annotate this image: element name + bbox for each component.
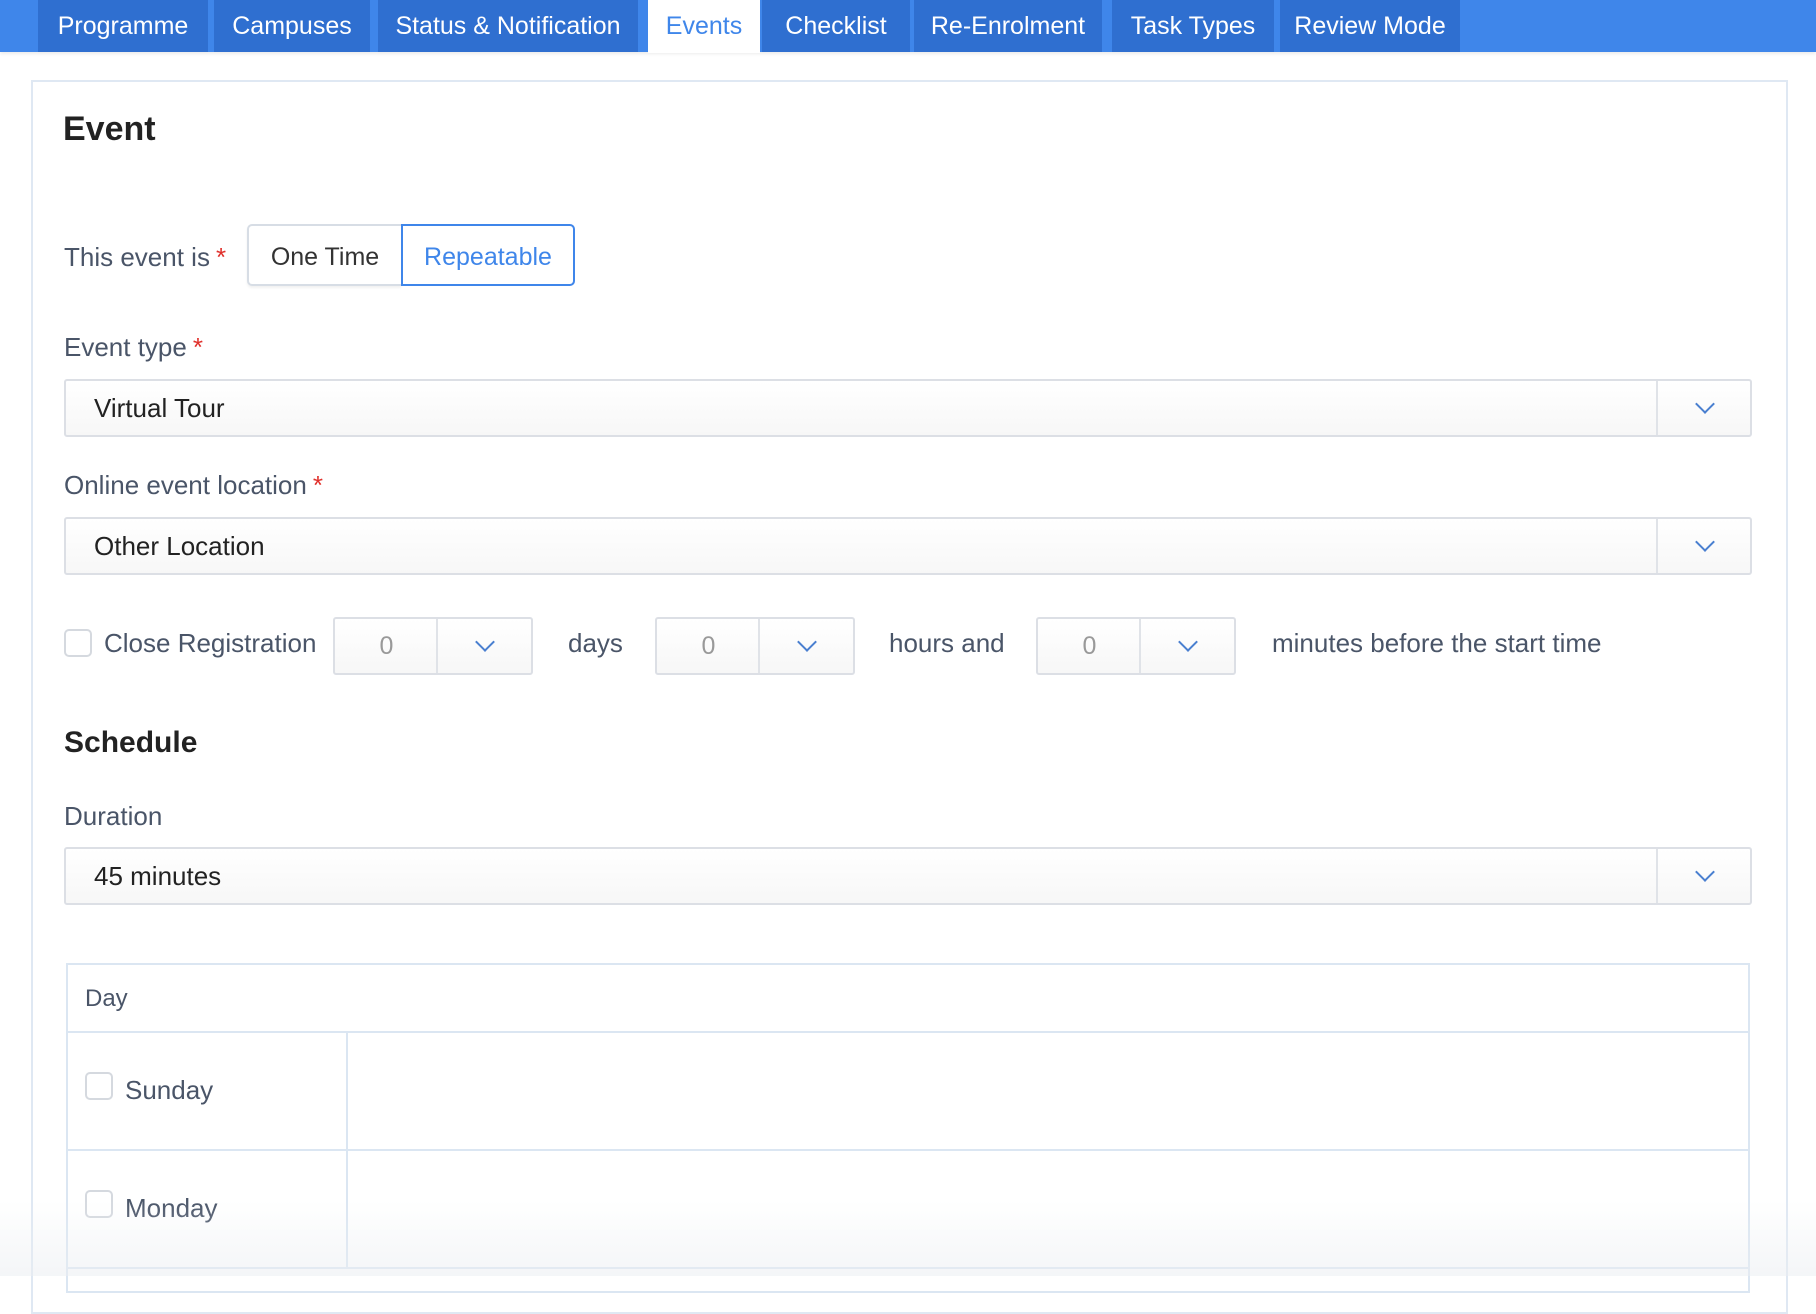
duration-value: 45 minutes bbox=[94, 861, 222, 891]
hours-dropdown-toggle[interactable] bbox=[758, 619, 853, 673]
required-marker: * bbox=[215, 242, 227, 272]
day-row-monday: Monday bbox=[68, 1151, 1748, 1269]
day-cell-monday: Monday bbox=[68, 1151, 348, 1267]
event-type-select[interactable]: Virtual Tour bbox=[64, 379, 1752, 437]
repeatable-button[interactable]: Repeatable bbox=[401, 224, 575, 286]
top-tab-bar: Programme Campuses Status & Notification… bbox=[0, 0, 1816, 53]
day-cell-sunday: Sunday bbox=[68, 1033, 348, 1149]
location-label: Online event location * bbox=[64, 470, 323, 501]
event-frequency-toggle: One Time Repeatable bbox=[247, 224, 575, 290]
close-registration-label: Close Registration bbox=[104, 628, 317, 658]
day-table-header: Day bbox=[68, 965, 1748, 1033]
event-heading: Event bbox=[63, 110, 156, 148]
tab-status-notification[interactable]: Status & Notification bbox=[378, 0, 638, 52]
monday-label: Monday bbox=[125, 1193, 218, 1223]
chevron-down-icon bbox=[475, 632, 495, 652]
monday-checkbox[interactable] bbox=[85, 1190, 113, 1218]
required-marker: * bbox=[192, 332, 203, 362]
duration-dropdown-toggle[interactable] bbox=[1656, 849, 1750, 903]
chevron-down-icon bbox=[1178, 632, 1198, 652]
tab-programme[interactable]: Programme bbox=[38, 0, 208, 52]
day-schedule-table: Day Sunday Monday bbox=[66, 963, 1750, 1293]
location-label-text: Online event location bbox=[64, 470, 307, 500]
tab-re-enrolment[interactable]: Re-Enrolment bbox=[914, 0, 1102, 52]
event-type-label-text: Event type bbox=[64, 332, 187, 362]
tab-checklist[interactable]: Checklist bbox=[762, 0, 910, 52]
hours-select[interactable]: 0 bbox=[655, 617, 855, 675]
chevron-down-icon bbox=[797, 632, 817, 652]
event-is-label: This event is * bbox=[64, 242, 226, 273]
tab-campuses[interactable]: Campuses bbox=[214, 0, 370, 52]
tab-events[interactable]: Events bbox=[648, 0, 760, 53]
event-type-value: Virtual Tour bbox=[94, 393, 225, 423]
event-type-dropdown-toggle[interactable] bbox=[1656, 381, 1750, 435]
hours-label: hours and bbox=[889, 628, 1005, 658]
chevron-down-icon bbox=[1695, 394, 1715, 414]
tab-task-types[interactable]: Task Types bbox=[1112, 0, 1274, 52]
chevron-down-icon bbox=[1695, 532, 1715, 552]
minutes-dropdown-toggle[interactable] bbox=[1139, 619, 1234, 673]
location-select[interactable]: Other Location bbox=[64, 517, 1752, 575]
sunday-label: Sunday bbox=[125, 1075, 214, 1105]
event-is-label-text: This event is bbox=[64, 242, 210, 272]
location-dropdown-toggle[interactable] bbox=[1656, 519, 1750, 573]
days-label: days bbox=[568, 628, 623, 658]
close-registration-checkbox[interactable] bbox=[64, 629, 92, 657]
one-time-button[interactable]: One Time bbox=[247, 224, 401, 286]
hours-value: 0 bbox=[701, 632, 716, 660]
days-dropdown-toggle[interactable] bbox=[436, 619, 531, 673]
required-marker: * bbox=[312, 470, 323, 500]
location-value: Other Location bbox=[94, 531, 265, 561]
event-type-label: Event type * bbox=[64, 332, 203, 363]
day-row-sunday: Sunday bbox=[68, 1033, 1748, 1151]
schedule-heading: Schedule bbox=[64, 726, 198, 759]
tab-review-mode[interactable]: Review Mode bbox=[1280, 0, 1460, 52]
days-value: 0 bbox=[379, 632, 394, 660]
sunday-checkbox[interactable] bbox=[85, 1072, 113, 1100]
duration-label: Duration bbox=[64, 801, 163, 831]
minutes-label: minutes before the start time bbox=[1272, 628, 1602, 658]
days-select[interactable]: 0 bbox=[333, 617, 533, 675]
minutes-select[interactable]: 0 bbox=[1036, 617, 1236, 675]
minutes-value: 0 bbox=[1082, 632, 1097, 660]
chevron-down-icon bbox=[1695, 862, 1715, 882]
day-column-header: Day bbox=[85, 985, 128, 1012]
duration-select[interactable]: 45 minutes bbox=[64, 847, 1752, 905]
